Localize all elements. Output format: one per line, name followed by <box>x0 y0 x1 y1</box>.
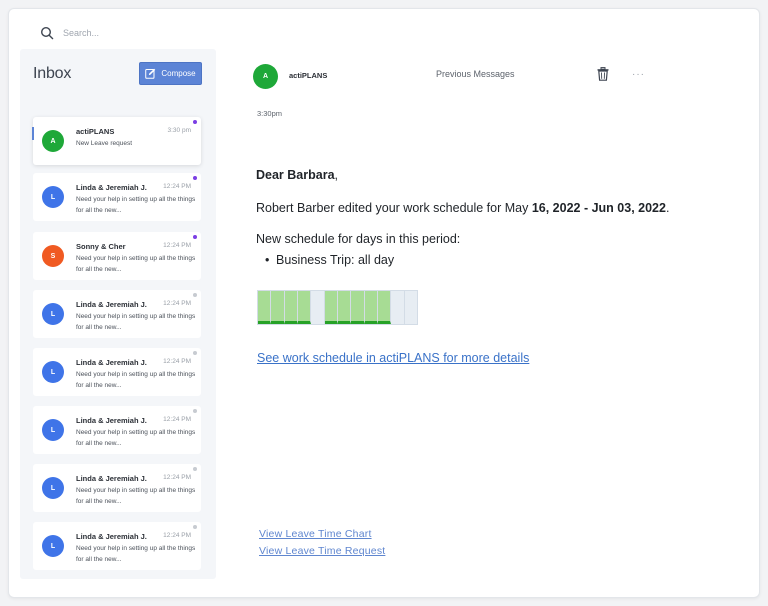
unread-dot <box>193 351 197 355</box>
message-time: 12:24 PM <box>163 474 191 481</box>
message-sender: Linda & Jeremiah J. <box>76 358 147 367</box>
calendar-day-scheduled <box>351 291 365 324</box>
email-greeting: Dear Barbara, <box>256 168 338 182</box>
search-input[interactable] <box>63 28 223 38</box>
previous-messages-link[interactable]: Previous Messages <box>436 69 515 79</box>
calendar-day-scheduled <box>271 291 285 324</box>
message-avatar: L <box>42 361 64 383</box>
message-time: 12:24 PM <box>163 416 191 423</box>
message-item[interactable]: L Linda & Jeremiah J. 12:24 PM Need your he… <box>33 522 201 570</box>
unread-dot <box>193 235 197 239</box>
message-avatar: L <box>42 535 64 557</box>
inbox-title: Inbox <box>33 65 72 82</box>
message-preview: New Leave request <box>76 140 133 147</box>
edit-icon <box>145 68 156 79</box>
message-sender: Linda & Jeremiah J. <box>76 416 147 425</box>
intro-text: Robert Barber edited your work schedule … <box>256 201 532 215</box>
email-time: 3:30pm <box>257 109 283 118</box>
search-icon <box>40 26 54 40</box>
message-item[interactable]: L Linda & Jeremiah J. 12:24 PM Need your he… <box>33 464 201 512</box>
message-sender: actiPLANS <box>76 127 115 136</box>
message-avatar: S <box>42 245 64 267</box>
calendar-day-scheduled <box>297 291 312 324</box>
message-time: 12:24 PM <box>163 358 191 365</box>
schedule-title: New schedule for days in this period: <box>256 232 461 246</box>
unread-dot <box>193 409 197 413</box>
unread-dot <box>193 467 197 471</box>
more-horizontal-icon[interactable]: ··· <box>632 69 645 80</box>
greeting-punct: , <box>334 168 338 182</box>
calendar-day-scheduled <box>377 291 392 324</box>
bullet: • <box>265 253 270 267</box>
message-item[interactable]: S Sonny & Cher 12:24 PM Need your help in s… <box>33 232 201 280</box>
view-leave-time-chart-link[interactable]: View Leave Time Chart <box>259 528 372 540</box>
calendar-day-scheduled <box>284 291 298 324</box>
calendar-day-scheduled <box>324 291 338 324</box>
calendar-day-scheduled <box>364 291 378 324</box>
message-avatar: L <box>42 186 64 208</box>
unread-dot <box>193 293 197 297</box>
message-sender: Linda & Jeremiah J. <box>76 474 147 483</box>
compose-button[interactable]: Compose <box>139 62 202 85</box>
message-avatar: A <box>42 130 64 152</box>
sender-name: actiPLANS <box>289 71 328 80</box>
message-sender: Linda & Jeremiah J. <box>76 300 147 309</box>
message-item[interactable]: L Linda & Jeremiah J. 12:24 PM Need your he… <box>33 173 201 221</box>
message-item[interactable]: L Linda & Jeremiah J. 12:24 PM Need your he… <box>33 406 201 454</box>
compose-label: Compose <box>161 69 196 78</box>
message-item[interactable]: AactiPLANS 3:30 pm New Leave request <box>32 117 201 165</box>
greeting-name: Dear Barbara <box>256 168 335 182</box>
active-indicator <box>32 127 34 140</box>
message-time: 12:24 PM <box>163 183 191 190</box>
calendar-day-free <box>311 291 325 324</box>
message-item[interactable]: L Linda & Jeremiah J. 12:24 PM Need your he… <box>33 348 201 396</box>
message-preview: Need your help in setting up all the thi… <box>76 313 196 331</box>
message-time: 12:24 PM <box>163 532 191 539</box>
message-sender: Linda & Jeremiah J. <box>76 183 147 192</box>
message-avatar: L <box>42 419 64 441</box>
sender-avatar: A <box>253 64 278 89</box>
search-bar[interactable] <box>40 20 223 46</box>
message-avatar: L <box>42 303 64 325</box>
message-sender: Linda & Jeremiah J. <box>76 532 147 541</box>
message-time: 12:24 PM <box>163 300 191 307</box>
schedule-details-link[interactable]: See work schedule in actiPLANS for more … <box>257 351 529 365</box>
intro-dates: 16, 2022 - Jun 03, 2022 <box>531 201 666 215</box>
message-time: 12:24 PM <box>163 242 191 249</box>
schedule-item: • Business Trip: all day <box>265 253 394 267</box>
view-leave-time-request-link[interactable]: View Leave Time Request <box>259 545 385 557</box>
message-time: 3:30 pm <box>167 127 192 134</box>
calendar-day-free <box>391 291 405 324</box>
message-preview: Need your help in setting up all the thi… <box>76 545 196 563</box>
trash-icon[interactable] <box>597 67 609 81</box>
message-preview: Need your help in setting up all the thi… <box>76 487 196 505</box>
message-avatar: L <box>42 477 64 499</box>
message-preview: Need your help in setting up all the thi… <box>76 371 196 389</box>
email-intro: Robert Barber edited your work schedule … <box>256 201 669 215</box>
message-preview: Need your help in setting up all the thi… <box>76 255 196 273</box>
message-preview: Need your help in setting up all the thi… <box>76 196 196 214</box>
unread-dot <box>193 120 197 124</box>
message-preview: Need your help in setting up all the thi… <box>76 429 196 447</box>
schedule-item-text: Business Trip: all day <box>276 253 395 267</box>
unread-dot <box>193 525 197 529</box>
inbox-sidebar: Inbox Compose AactiPLANS 3:30 pm New Leave… <box>20 49 216 579</box>
message-item[interactable]: L Linda & Jeremiah J. 12:24 PM Need your he… <box>33 290 201 338</box>
unread-dot <box>193 176 197 180</box>
message-sender: Sonny & Cher <box>76 242 126 251</box>
calendar-day-scheduled <box>258 291 272 324</box>
calendar-day-scheduled <box>337 291 352 324</box>
intro-end: . <box>665 201 670 215</box>
calendar-day-free <box>404 291 417 324</box>
schedule-calendar <box>257 290 418 325</box>
